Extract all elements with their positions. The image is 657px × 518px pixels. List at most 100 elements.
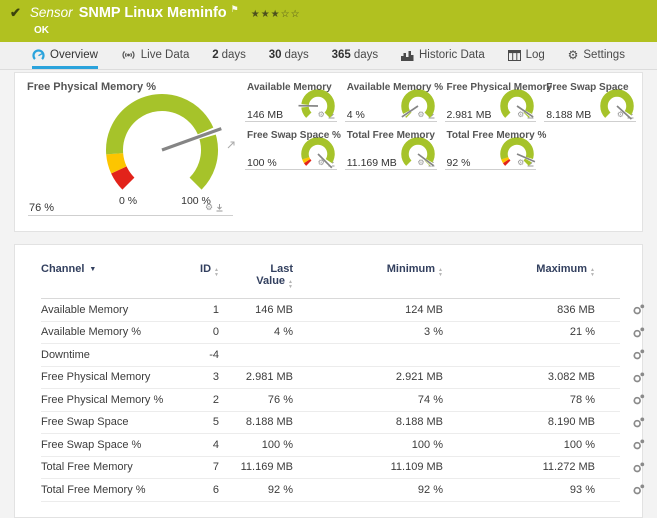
channel-settings-icon[interactable]: [633, 417, 645, 428]
mini-gauge-value: 11.169 MB: [346, 157, 397, 169]
tab-label: Overview: [50, 49, 98, 61]
maximum-cell: 21 %: [569, 326, 595, 339]
tab-30-days[interactable]: 30 days: [269, 42, 309, 69]
tab-live-data[interactable]: Live Data: [121, 42, 190, 69]
table-row: Free Physical Memory 3 2.981 MB 2.921 MB 3.0…: [41, 367, 645, 389]
mini-gauge-title: Total Free Memory %: [446, 130, 547, 141]
prtg-sensor-page: ✔ Sensor SNMP Linux Meminfo ⚑ ★★★☆☆ OK O…: [0, 0, 657, 518]
channel-name-cell[interactable]: Available Memory %: [41, 326, 173, 338]
priority-stars[interactable]: ★★★☆☆: [251, 9, 301, 20]
last-value-cell: 100 %: [261, 438, 293, 451]
divider: [344, 121, 437, 122]
table-row: Total Free Memory 7 11.169 MB 11.109 MB 11.2…: [41, 457, 645, 479]
maximum-cell: 11.272 MB: [542, 461, 595, 474]
channel-name-cell[interactable]: Downtime: [41, 349, 173, 361]
minimum-cell: 124 MB: [405, 303, 443, 316]
gauge-icon: [32, 48, 45, 62]
column-header-label: Channel: [41, 263, 85, 275]
divider: [544, 121, 636, 122]
mini-gauge: [500, 89, 534, 118]
tab-historic-data[interactable]: Historic Data: [400, 42, 485, 69]
tab-label: Live Data: [140, 49, 190, 61]
channel-name-cell[interactable]: Available Memory: [41, 304, 173, 316]
divider: [28, 215, 233, 216]
channel-settings-icon[interactable]: [633, 484, 645, 495]
minimum-cell: 2.921 MB: [395, 371, 443, 384]
tab-label: Historic Data: [418, 49, 485, 61]
column-header-minimum[interactable]: Minimum ▲ ▼: [293, 263, 443, 277]
channel-settings-icon[interactable]: [633, 304, 645, 315]
last-value-cell: 11.169 MB: [240, 461, 293, 474]
channel-id-cell: 2: [212, 393, 219, 406]
column-header-maximum[interactable]: Maximum ▲ ▼: [443, 263, 595, 277]
channel-name-cell[interactable]: Total Free Memory %: [41, 484, 173, 496]
channel-name-cell[interactable]: Total Free Memory: [41, 461, 173, 473]
overview-panel: Free Physical Memory % 0 % 100 % 76 % ⚙ …: [14, 72, 643, 232]
tab-label: days: [284, 49, 309, 61]
minimum-cell: 100 %: [411, 438, 443, 451]
column-header-last-value[interactable]: Last Value ▲ ▼: [241, 263, 293, 289]
maximum-cell: 78 %: [569, 393, 595, 406]
channel-id-cell: 3: [212, 371, 219, 384]
channel-id-cell: 7: [212, 461, 219, 474]
minimum-cell: 8.188 MB: [395, 416, 443, 429]
mini-gauge-value: 2.981 MB: [446, 109, 492, 121]
channel-name-cell[interactable]: Free Swap Space: [41, 416, 173, 428]
channel-id-cell: -4: [209, 348, 219, 361]
table-header-row: Channel ▼ ID ▲ ▼ Last Value ▲ ▼ Minimum ▲ ▼ Max…: [41, 263, 620, 299]
maximum-cell: 93 %: [569, 483, 595, 496]
channel-id-cell: 5: [212, 416, 219, 429]
mini-gauge: [500, 137, 536, 166]
mini-gauge-value: 146 MB: [247, 109, 284, 121]
mini-gauge-tile: Total Free Memory % 92 % ⚙: [443, 130, 546, 178]
mini-gauge-title: Total Free Memory: [346, 130, 435, 141]
channel-name-cell[interactable]: Free Physical Memory %: [41, 394, 173, 406]
column-header-id[interactable]: ID ▲ ▼: [173, 263, 219, 277]
channel-name-cell[interactable]: Free Physical Memory: [41, 371, 173, 383]
last-value-cell: 76 %: [267, 393, 293, 406]
sensor-title: SNMP Linux Meminfo: [78, 5, 227, 21]
gear-icon[interactable]: ⚙: [205, 203, 213, 212]
gauge-scale-min: 0 %: [118, 195, 138, 207]
channel-settings-icon[interactable]: [633, 439, 645, 450]
divider: [245, 169, 337, 170]
broadcast-icon: [121, 49, 136, 61]
table-row: Available Memory % 0 4 % 3 % 21 %: [41, 322, 645, 344]
mini-gauge-tile: Available Memory 146 MB ⚙: [243, 82, 343, 130]
last-value-cell: 146 MB: [255, 303, 293, 316]
mini-gauge-value: 92 %: [446, 157, 471, 169]
channel-settings-icon[interactable]: [633, 372, 645, 383]
column-header-label: Minimum: [386, 263, 436, 275]
status-badge: OK: [34, 25, 49, 36]
tab-settings[interactable]: ⚙ Settings: [568, 42, 625, 69]
mini-gauge-title: Available Memory %: [346, 82, 444, 93]
mini-gauge: [301, 137, 335, 169]
sort-icon: ▲ ▼: [214, 267, 219, 278]
tab-label: Log: [525, 49, 545, 61]
tab-log[interactable]: Log: [507, 42, 545, 69]
tab-overview[interactable]: Overview: [32, 42, 98, 69]
mini-gauge-title: Free Swap Space: [546, 82, 629, 93]
log-icon: [507, 49, 521, 61]
channel-settings-icon[interactable]: [633, 394, 645, 405]
download-icon[interactable]: [216, 203, 223, 212]
column-header-channel[interactable]: Channel ▼: [41, 263, 173, 275]
mini-gauge-title: Free Physical Memory: [446, 82, 553, 93]
expand-icon[interactable]: [227, 136, 235, 154]
mini-gauge: [400, 137, 435, 167]
main-gauge: [106, 94, 222, 190]
tab-2-days[interactable]: 2 days: [212, 42, 246, 69]
channel-settings-icon[interactable]: [633, 349, 645, 360]
main-gauge-value: 76 %: [29, 202, 55, 214]
caret-down-icon: ▼: [89, 266, 97, 273]
mini-gauge: [298, 89, 335, 118]
mini-gauge-value: 8.188 MB: [546, 109, 592, 121]
table-row: Total Free Memory % 6 92 % 92 % 93 %: [41, 479, 645, 502]
channel-settings-icon[interactable]: [633, 327, 645, 338]
minimum-cell: 92 %: [417, 483, 443, 496]
mini-gauge-title: Free Swap Space %: [247, 130, 341, 141]
tab-number: 30: [268, 49, 282, 61]
channel-settings-icon[interactable]: [633, 462, 645, 473]
channel-name-cell[interactable]: Free Swap Space %: [41, 439, 173, 451]
tab-365-days[interactable]: 365 days: [332, 42, 378, 69]
